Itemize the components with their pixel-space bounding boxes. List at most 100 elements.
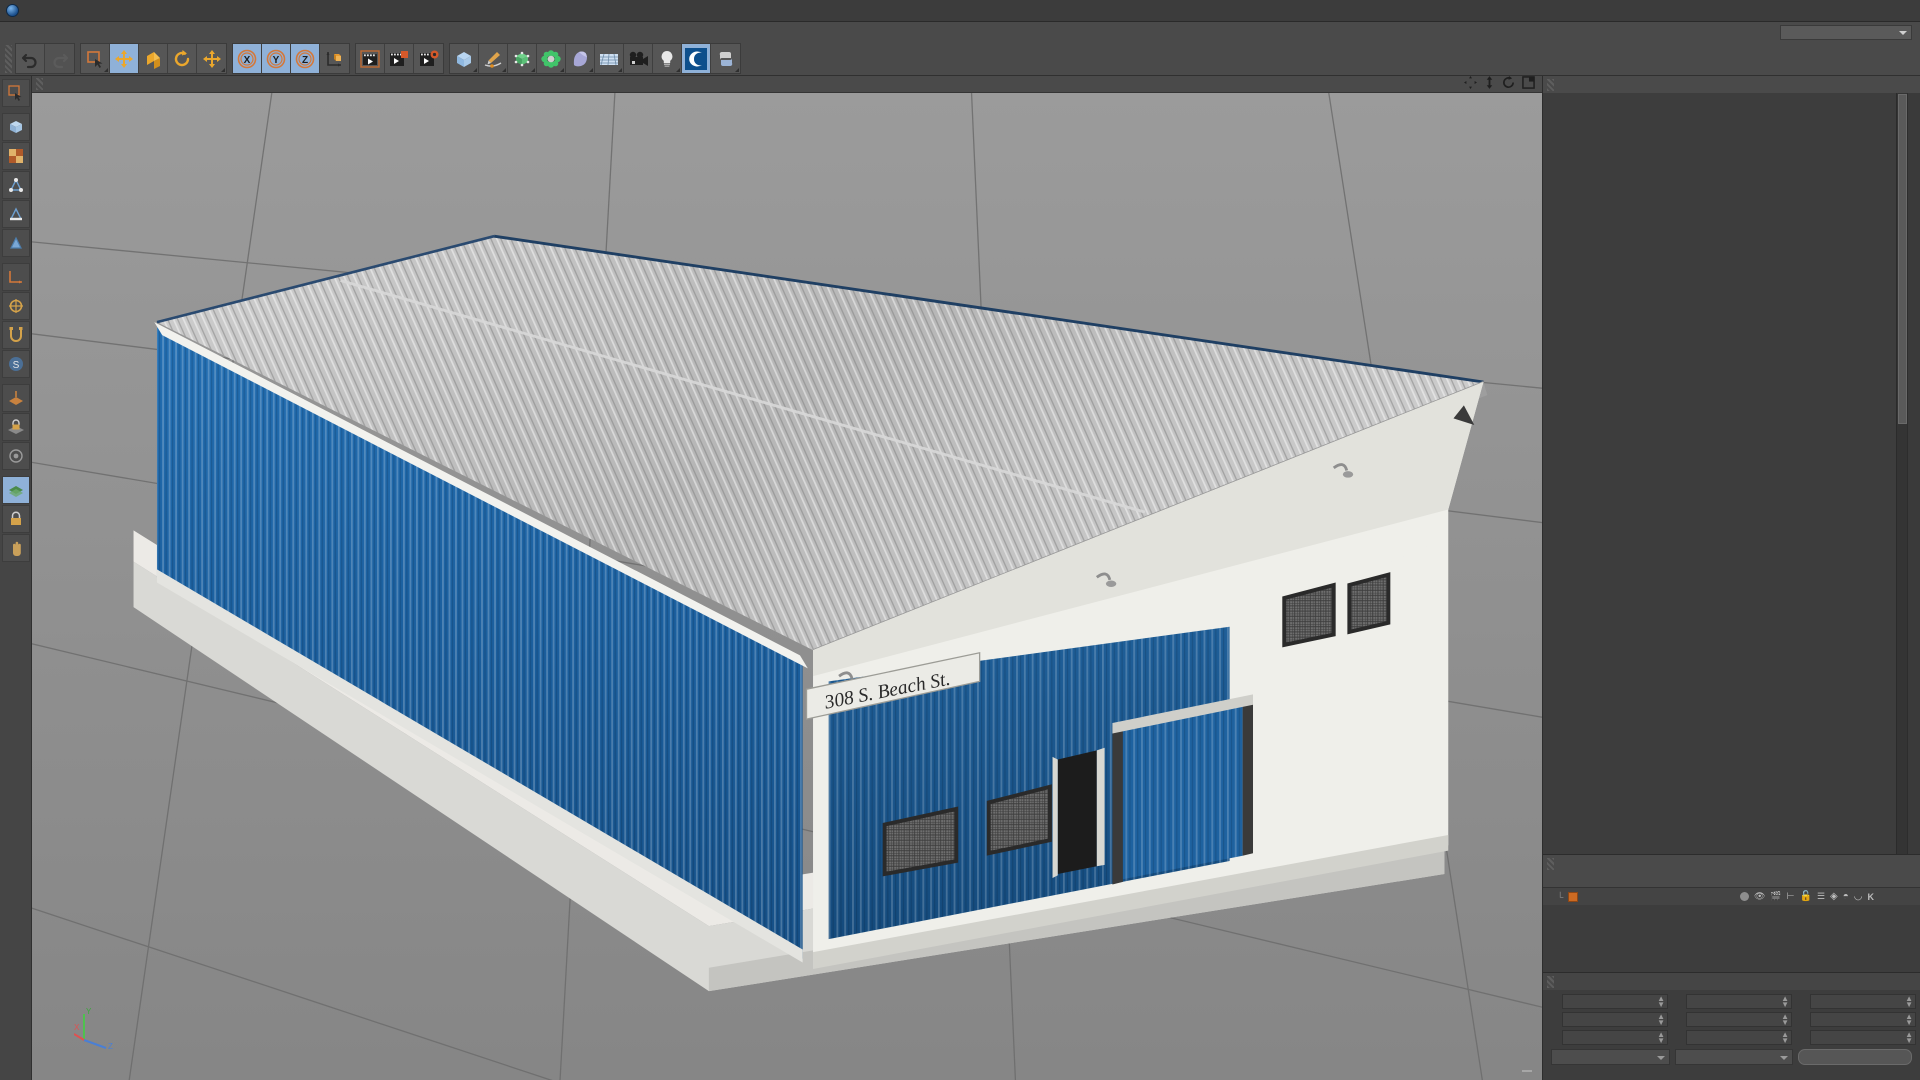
render-to-picture-viewer-icon[interactable]: [385, 44, 414, 73]
field-rot-b[interactable]: ▲ ▼: [1810, 1029, 1916, 1045]
field-size-z[interactable]: ▲ ▼: [1686, 1029, 1792, 1045]
field-rot-h[interactable]: ▲ ▼: [1810, 993, 1916, 1009]
object-list[interactable]: [1543, 93, 1896, 854]
layer-manager-grip[interactable]: [1547, 857, 1554, 870]
object-manager-scrollbar[interactable]: [1896, 93, 1907, 854]
layer-color-swatch[interactable]: [1568, 891, 1579, 902]
maximize-button[interactable]: [1830, 0, 1875, 22]
solo-dot-icon[interactable]: [1739, 892, 1749, 901]
texture-mode-icon[interactable]: [1, 142, 30, 170]
field-size-x[interactable]: ▲ ▼: [1686, 993, 1792, 1009]
history-tool-group: [15, 43, 75, 74]
coordinates-header: [1543, 973, 1920, 990]
spline-pen-icon[interactable]: [479, 44, 508, 73]
mograph-icon[interactable]: [537, 44, 566, 73]
perspective-viewport[interactable]: 308 S. Beach St. Y Z X: [32, 93, 1542, 1080]
field-pos-y[interactable]: ▲ ▼: [1562, 1011, 1668, 1027]
layer-row[interactable]: └ 👁 🎬 ⊢ 🔓 ☰ ◈ ◓ ◡ K: [1543, 888, 1920, 905]
left-tool-palette: S: [0, 76, 32, 1080]
rotate-view-icon[interactable]: [1502, 76, 1515, 92]
viewport-container: 308 S. Beach St. Y Z X: [32, 76, 1542, 1080]
coordinates-grip[interactable]: [1547, 975, 1554, 988]
zoom-view-icon[interactable]: [1484, 76, 1495, 92]
workplane-lock-icon[interactable]: [1, 413, 30, 441]
cube-primitive-icon[interactable]: [450, 44, 479, 73]
scale-icon[interactable]: [139, 44, 168, 73]
toolbar-grip[interactable]: [5, 44, 12, 73]
layout-selector-group: [1775, 24, 1920, 40]
lock-icon[interactable]: [1, 505, 30, 533]
python-icon[interactable]: [711, 44, 740, 73]
svg-text:Z: Z: [108, 1042, 113, 1050]
edge-mode-icon[interactable]: [1, 200, 30, 228]
expressions-icon[interactable]: ◡: [1854, 891, 1863, 902]
manager-icon[interactable]: ⊢: [1787, 891, 1795, 902]
apply-button[interactable]: [1798, 1049, 1913, 1065]
move-icon[interactable]: [110, 44, 139, 73]
coordinates-buttons: [1547, 1047, 1916, 1067]
layer-manager-menu: [1543, 855, 1920, 872]
model-mode-icon[interactable]: [1, 113, 30, 141]
hand-tool-icon[interactable]: [1, 534, 30, 562]
object-manager-menu: [1543, 76, 1920, 93]
polygon-mode-icon[interactable]: [1, 229, 30, 257]
minimize-button[interactable]: [1785, 0, 1830, 22]
object-manager-grip[interactable]: [1547, 78, 1554, 91]
close-button[interactable]: [1875, 0, 1920, 22]
right-side-tabs: [1907, 93, 1920, 854]
axis-mode-icon[interactable]: [1, 263, 30, 291]
deformer-icon[interactable]: [566, 44, 595, 73]
generator-icon[interactable]: [508, 44, 537, 73]
coordinates-row-3: ▲ ▼ ▲ ▼ ▲ ▼: [1547, 1029, 1916, 1045]
workplane-icon[interactable]: [1, 384, 30, 412]
maximize-view-icon[interactable]: [1522, 76, 1535, 92]
layout-dropdown[interactable]: [1780, 24, 1912, 40]
coordinate-mode-dropdown[interactable]: [1674, 1049, 1794, 1065]
environment-icon[interactable]: [595, 44, 624, 73]
main-menu-bar: [0, 22, 1920, 42]
layer-color-icon[interactable]: [1, 476, 30, 504]
cinema4d-icon[interactable]: [682, 44, 711, 73]
object-manager[interactable]: [1543, 93, 1920, 854]
redo-icon[interactable]: [45, 44, 74, 73]
deformers-icon[interactable]: ◓: [1843, 891, 1849, 902]
field-rot-p[interactable]: ▲ ▼: [1810, 1011, 1916, 1027]
animation-icon[interactable]: ☰: [1817, 891, 1825, 902]
svg-text:Z: Z: [302, 55, 308, 66]
viewport-solo-icon[interactable]: [1, 442, 30, 470]
selection-tool-icon[interactable]: [1, 79, 30, 107]
camera-icon[interactable]: [624, 44, 653, 73]
world-object-axis-icon[interactable]: [320, 44, 349, 73]
title-bar: [0, 0, 1920, 22]
render-view-icon[interactable]: [356, 44, 385, 73]
point-mode-icon[interactable]: [1, 171, 30, 199]
render-icon[interactable]: 🎬: [1770, 891, 1781, 902]
visible-icon[interactable]: 👁: [1754, 891, 1765, 902]
coordinate-space-dropdown[interactable]: [1551, 1049, 1670, 1065]
layer-manager: └ 👁 🎬 ⊢ 🔓 ☰ ◈ ◓ ◡ K: [1543, 854, 1920, 972]
rotate-icon[interactable]: [168, 44, 197, 73]
live-selection-icon[interactable]: [81, 44, 110, 73]
xpresso-icon[interactable]: K: [1868, 892, 1875, 902]
field-pos-x[interactable]: ▲ ▼: [1562, 993, 1668, 1009]
sculpt-s-icon[interactable]: S: [1, 350, 30, 378]
field-size-y[interactable]: ▲ ▼: [1686, 1011, 1792, 1027]
coordinates-manager: ▲ ▼ ▲ ▼ ▲ ▼ ▲ ▼ ▲ ▼ ▲ ▼ ▲ ▼ ▲ ▼ ▲ ▼: [1543, 972, 1920, 1080]
snap-icon[interactable]: [1, 321, 30, 349]
x-axis-icon[interactable]: X: [233, 44, 262, 73]
generators-icon[interactable]: ◈: [1830, 891, 1838, 902]
render-settings-icon[interactable]: [414, 44, 443, 73]
z-axis-icon[interactable]: Z: [291, 44, 320, 73]
viewport-menu-grip[interactable]: [36, 78, 43, 90]
render-tool-group: [355, 43, 444, 74]
axis-lock-group: X Y Z: [232, 43, 350, 74]
layer-toggle-icons: 👁 🎬 ⊢ 🔓 ☰ ◈ ◓ ◡ K: [1739, 891, 1880, 902]
undo-icon[interactable]: [16, 44, 45, 73]
y-axis-icon[interactable]: Y: [262, 44, 291, 73]
pan-view-icon[interactable]: [1464, 76, 1477, 92]
transform-icon[interactable]: [197, 44, 226, 73]
lock-icon[interactable]: 🔓: [1799, 891, 1811, 902]
field-pos-z[interactable]: ▲ ▼: [1562, 1029, 1668, 1045]
light-icon[interactable]: [653, 44, 682, 73]
enable-axis-icon[interactable]: [1, 292, 30, 320]
